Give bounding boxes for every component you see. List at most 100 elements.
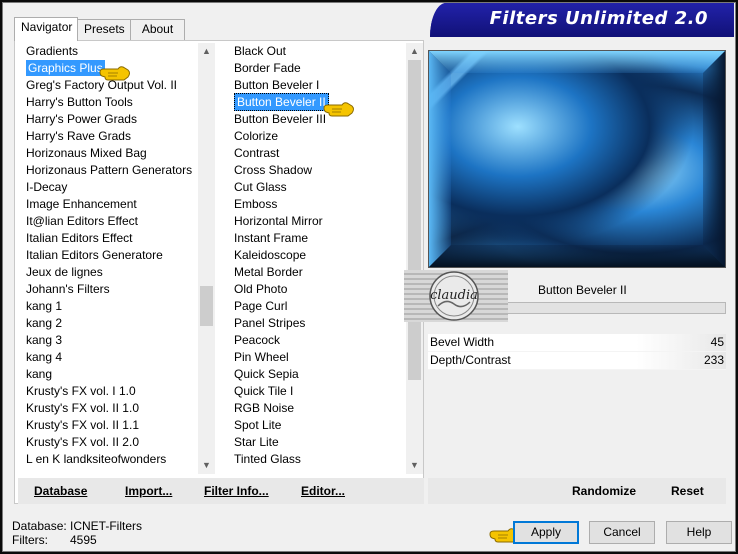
filter-list[interactable]: Black Out Border Fade Button Beveler I Butt… [230,43,406,474]
tab-presets[interactable]: Presets [77,19,131,40]
category-item-label: kang 4 [26,350,63,364]
filter-item[interactable]: Pin Wheel [230,349,406,366]
filter-item[interactable]: Emboss [230,196,406,213]
category-item-label: kang [26,367,53,381]
filter-item-label: Black Out [234,44,287,58]
filter-item-label: Star Lite [234,435,279,449]
filter-item[interactable]: Button Beveler I [230,77,406,94]
category-item[interactable]: Krusty's FX vol. II 2.0 [22,434,200,451]
filter-item-label: Horizontal Mirror [234,214,323,228]
filter-item[interactable]: Peacock [230,332,406,349]
param-label: Bevel Width [430,335,495,349]
scroll-up-arrow-icon[interactable]: ▲ [198,43,215,60]
category-item-label: kang 1 [26,299,63,313]
pointing-hand-icon [99,66,130,81]
category-item[interactable]: Image Enhancement [22,196,200,213]
scroll-up-arrow-icon[interactable]: ▲ [406,43,423,60]
filter-item-label: Panel Stripes [234,316,306,330]
category-item-label: Graphics Plus [26,60,105,76]
filter-item-label: Button Beveler I [234,78,320,92]
tab-about[interactable]: About [130,19,185,40]
filter-item[interactable]: Tinted Glass [230,451,406,468]
category-item[interactable]: kang 1 [22,298,200,315]
param-row-bevel-width[interactable]: Bevel Width 45 [428,334,726,352]
filter-item[interactable]: Quick Tile I [230,383,406,400]
category-item[interactable]: kang 4 [22,349,200,366]
category-item[interactable]: Harry's Button Tools [22,94,200,111]
cancel-button[interactable]: Cancel [589,521,655,544]
filter-item[interactable]: Metal Border [230,264,406,281]
filter-item-label: Instant Frame [234,231,309,245]
category-item[interactable]: It@lian Editors Effect [22,213,200,230]
tab-navigator[interactable]: Navigator [14,17,78,41]
filter-item[interactable]: Page Curl [230,298,406,315]
param-value[interactable]: 233 [704,352,724,369]
filter-item[interactable]: Star Lite [230,434,406,451]
category-item[interactable]: Horizonaus Pattern Generators [22,162,200,179]
filter-item[interactable]: Black Out [230,43,406,60]
category-item[interactable]: Krusty's FX vol. I 1.0 [22,383,200,400]
category-list[interactable]: Gradients Graphics Plus Greg's Factory Out… [22,43,200,474]
category-scrollbar[interactable]: ▲ ▼ [198,43,215,474]
param-row-depth-contrast[interactable]: Depth/Contrast 233 [428,352,726,370]
filter-item-label: Quick Sepia [234,367,299,381]
filter-item[interactable]: Old Photo [230,281,406,298]
category-item[interactable]: Krusty's FX vol. II 1.1 [22,417,200,434]
status-value: 4595 [70,533,97,547]
filter-item-label: Button Beveler II [234,93,329,111]
filter-item[interactable]: Cross Shadow [230,162,406,179]
scrollbar-thumb[interactable] [408,60,421,380]
category-item[interactable]: I-Decay [22,179,200,196]
category-item[interactable]: Gradients [22,43,200,60]
filter-item-label: Colorize [234,129,279,143]
randomize-button[interactable]: Randomize [572,484,636,498]
database-button[interactable]: Database [34,484,87,498]
category-item[interactable]: kang 3 [22,332,200,349]
filter-item[interactable]: Colorize [230,128,406,145]
filter-item[interactable]: Instant Frame [230,230,406,247]
category-item[interactable]: Italian Editors Generatore [22,247,200,264]
filter-item[interactable]: Contrast [230,145,406,162]
category-item[interactable]: kang [22,366,200,383]
filter-item[interactable]: Spot Lite [230,417,406,434]
filter-info-button[interactable]: Filter Info... [204,484,269,498]
category-item[interactable]: Jeux de lignes [22,264,200,281]
filter-item-label: Quick Tile I [234,384,294,398]
filter-item[interactable]: Button Beveler II [230,93,406,111]
param-value[interactable]: 45 [711,334,724,351]
import-button[interactable]: Import... [125,484,172,498]
category-item[interactable]: Italian Editors Effect [22,230,200,247]
filter-item[interactable]: Panel Stripes [230,315,406,332]
filter-item-label: Contrast [234,146,280,160]
filter-item[interactable]: Button Beveler III [230,111,406,128]
filter-item[interactable]: Kaleidoscope [230,247,406,264]
category-item[interactable]: Harry's Rave Grads [22,128,200,145]
app-title: Filters Unlimited 2.0 [489,8,708,29]
filter-item[interactable]: Border Fade [230,60,406,77]
reset-button[interactable]: Reset [671,484,704,498]
preview-button-bar: Randomize Reset [428,478,726,504]
selected-filter-name: Button Beveler II [538,283,627,297]
filter-item-label: Cross Shadow [234,163,313,177]
category-item-label: Krusty's FX vol. II 2.0 [26,435,139,449]
pointing-hand-icon [323,102,354,117]
apply-button[interactable]: Apply [513,521,579,544]
filter-item[interactable]: Cut Glass [230,179,406,196]
editor-button[interactable]: Editor... [301,484,345,498]
help-button[interactable]: Help [666,521,732,544]
category-item[interactable]: Johann's Filters [22,281,200,298]
scrollbar-thumb[interactable] [200,286,213,326]
category-item[interactable]: L en K landksiteofwonders [22,451,200,468]
watermark-logo: claudia [404,270,508,322]
filter-item-label: RGB Noise [234,401,295,415]
filter-item[interactable]: Horizontal Mirror [230,213,406,230]
category-item[interactable]: Horizonaus Mixed Bag [22,145,200,162]
scroll-down-arrow-icon[interactable]: ▼ [406,457,423,474]
scroll-down-arrow-icon[interactable]: ▼ [198,457,215,474]
category-item[interactable]: Harry's Power Grads [22,111,200,128]
category-item[interactable]: kang 2 [22,315,200,332]
filter-item[interactable]: Quick Sepia [230,366,406,383]
category-item[interactable]: Krusty's FX vol. II 1.0 [22,400,200,417]
filter-item[interactable]: RGB Noise [230,400,406,417]
filter-scrollbar[interactable]: ▲ ▼ [406,43,423,474]
